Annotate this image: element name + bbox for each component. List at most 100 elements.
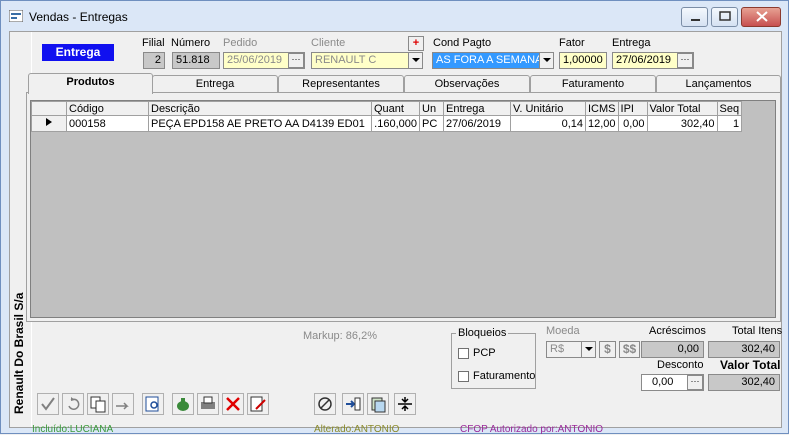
cliente-label: Cliente (311, 37, 346, 49)
table-row[interactable]: 000158 PEÇA EPD158 AE PRETO AA D4139 ED0… (31, 115, 743, 132)
current-row-arrow-icon (46, 118, 52, 126)
grid-header-row: Código Descrição Quant Un Entrega V. Uni… (31, 101, 743, 116)
close-icon (756, 11, 768, 22)
col-un[interactable]: Un (419, 101, 444, 116)
col-descricao[interactable]: Descrição (148, 101, 372, 116)
fator-field[interactable]: 1,00000 (559, 52, 607, 69)
col-v-unitario[interactable]: V. Unitário (510, 101, 586, 116)
cell-icms[interactable]: 12,00 (585, 115, 619, 132)
cell-entrega[interactable]: 27/06/2019 (443, 115, 511, 132)
desconto-label: Desconto (657, 359, 704, 371)
search-button[interactable] (142, 393, 164, 415)
title-bar: Vendas - Entregas (1, 1, 788, 31)
markup-label: Markup: 86,2% (303, 330, 377, 342)
copy-button[interactable] (87, 393, 109, 415)
edit-document-icon (250, 396, 266, 412)
cell-ipi[interactable]: 0,00 (617, 115, 648, 132)
col-valor-total[interactable]: Valor Total (646, 101, 718, 116)
col-quant[interactable]: Quant (371, 101, 420, 116)
pedido-lookup-button[interactable]: ··· (288, 53, 304, 68)
import-arrow-icon (346, 397, 361, 411)
delete-x-icon (226, 397, 240, 411)
cell-seq[interactable]: 1 (716, 115, 743, 132)
faturamento-checkbox[interactable] (458, 371, 469, 382)
print-button[interactable] (197, 393, 219, 415)
app-icon (9, 10, 23, 22)
acrescimos-field[interactable]: 0,00 (641, 341, 704, 358)
duplicate-button[interactable] (367, 393, 389, 415)
numero-field[interactable]: 51.818 (172, 52, 220, 69)
col-icms[interactable]: ICMS (585, 101, 619, 116)
total-itens-field: 302,40 (708, 341, 780, 358)
tab-bar: Produtos Entrega Representantes Observaç… (26, 73, 781, 94)
form-client-area: Renault Do Brasil S/a Entrega Filial 2 N… (9, 31, 783, 435)
acrescimos-label: Acréscimos (649, 325, 706, 337)
cliente-field[interactable]: RENAULT C (311, 52, 423, 69)
cell-valor-total[interactable]: 302,40 (646, 115, 718, 132)
footer-area: Markup: 86,2% Bloqueios PCP Faturamento … (32, 322, 783, 435)
currency-button[interactable]: $ (599, 341, 616, 358)
company-label: Renault Do Brasil S/a (12, 292, 26, 414)
cell-descricao[interactable]: PEÇA EPD158 AE PRETO AA D4139 ED01 (148, 115, 372, 132)
import-button[interactable] (342, 393, 364, 415)
edit-button[interactable] (247, 393, 269, 415)
cond-pagto-select[interactable]: AS FORA A SEMANA (432, 52, 554, 69)
col-codigo[interactable]: Código (66, 101, 149, 116)
filial-field[interactable]: 2 (143, 52, 165, 69)
refresh-button[interactable] (62, 393, 84, 415)
cliente-dropdown-button[interactable] (408, 53, 422, 68)
tab-entrega[interactable]: Entrega (152, 75, 278, 93)
split-button[interactable] (394, 393, 416, 415)
duplicate-icon (371, 397, 386, 413)
moeda-dropdown-button[interactable] (581, 342, 595, 357)
app-window: Vendas - Entregas Renault Do Brasil S/a … (0, 0, 789, 435)
cell-quant[interactable]: .160,000 (371, 115, 420, 132)
close-button[interactable] (741, 7, 781, 27)
tab-observacoes[interactable]: Observações (404, 75, 530, 93)
col-ipi[interactable]: IPI (617, 101, 648, 116)
pcp-label: PCP (473, 347, 496, 359)
moeda-label: Moeda (546, 325, 580, 337)
add-cliente-button[interactable]: + (408, 36, 424, 51)
pcp-checkbox[interactable] (458, 348, 469, 359)
desconto-lookup-button[interactable]: ··· (687, 375, 703, 390)
alterado-status: Alterado:ANTONIO (314, 424, 400, 435)
window-title: Vendas - Entregas (29, 10, 128, 24)
maximize-button[interactable] (711, 7, 738, 27)
cell-codigo[interactable]: 000158 (66, 115, 149, 132)
transfer-button[interactable] (112, 393, 134, 415)
check-icon (41, 397, 55, 411)
cell-v-unitario[interactable]: 0,14 (510, 115, 586, 132)
row-indicator (31, 115, 67, 132)
tab-representantes[interactable]: Representantes (278, 75, 404, 93)
cell-un[interactable]: PC (419, 115, 444, 132)
minimize-button[interactable] (681, 7, 708, 27)
tab-faturamento[interactable]: Faturamento (530, 75, 656, 93)
tab-produtos[interactable]: Produtos (28, 73, 153, 94)
delete-button[interactable] (222, 393, 244, 415)
copy-icon (90, 396, 106, 413)
confirm-button[interactable] (37, 393, 59, 415)
cond-pagto-dropdown-button[interactable] (539, 53, 553, 68)
col-entrega[interactable]: Entrega (443, 101, 511, 116)
valor-total-label: Valor Total (720, 358, 781, 372)
maximize-icon (719, 11, 731, 21)
cfop-status: CFOP Autorizado por:ANTONIO (460, 424, 604, 435)
currency-double-button[interactable]: $$ (619, 341, 640, 358)
tab-lancamentos[interactable]: Lançamentos (656, 75, 781, 93)
bloqueios-title: Bloqueios (456, 327, 509, 339)
entrega-date-lookup-button[interactable]: ··· (677, 53, 693, 68)
numero-label: Número (171, 37, 211, 49)
entrega-badge: Entrega (42, 44, 114, 61)
incluido-status: Incluído:LUCIANA (32, 424, 114, 435)
cancel-circle-icon (318, 397, 332, 411)
filial-label: Filial (142, 37, 165, 49)
transfer-icon (116, 402, 129, 410)
printer-icon (201, 396, 215, 409)
cancel-button[interactable] (314, 393, 336, 415)
products-grid[interactable]: Código Descrição Quant Un Entrega V. Uni… (30, 100, 776, 318)
split-arrows-icon (398, 397, 412, 411)
col-seq[interactable]: Seq (716, 101, 743, 116)
total-itens-label: Total Itens (732, 325, 783, 337)
money-bag-button[interactable] (172, 393, 194, 415)
